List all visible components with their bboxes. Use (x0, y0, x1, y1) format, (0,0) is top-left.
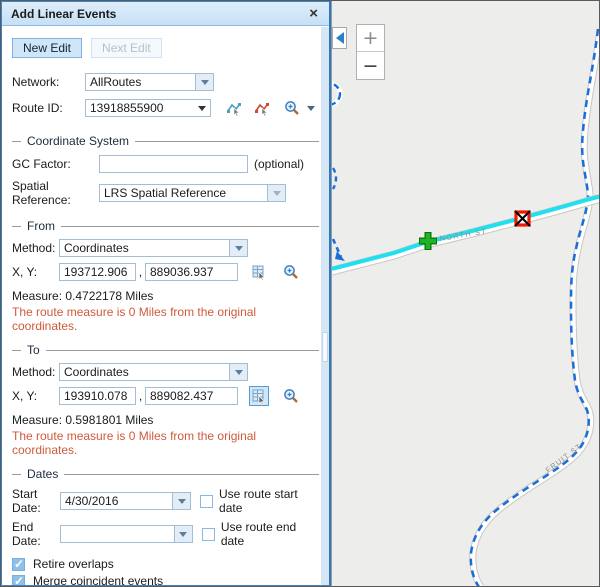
retire-overlaps-checkbox[interactable] (12, 558, 25, 571)
chevron-down-icon[interactable] (194, 100, 210, 116)
gc-factor-optional-hint: (optional) (254, 157, 304, 171)
from-method-dropdown[interactable]: Coordinates (59, 239, 248, 257)
chevron-down-icon[interactable] (229, 364, 247, 380)
road-label-north-st: NORTH ST (439, 227, 488, 243)
application-window: Add Linear Events × New Edit Next Edit N… (0, 0, 600, 587)
panel-titlebar: Add Linear Events × (2, 2, 329, 26)
add-linear-events-panel: Add Linear Events × New Edit Next Edit N… (1, 1, 331, 586)
from-y-input[interactable]: 889036.937 (145, 263, 238, 281)
pick-to-coordinates-on-map-icon[interactable] (249, 386, 269, 406)
to-xy-label: X, Y: (12, 389, 59, 403)
network-label: Network: (12, 75, 85, 89)
road-fill (473, 29, 600, 586)
network-value: AllRoutes (86, 74, 195, 90)
from-measure-warning: The route measure is 0 Miles from the or… (12, 305, 319, 333)
chevron-down-icon[interactable] (229, 240, 247, 256)
spatial-reference-label: Spatial Reference: (12, 179, 99, 207)
to-measure-text: Measure: 0.5981801 Miles (12, 413, 319, 427)
use-route-start-date-label: Use route start date (219, 487, 319, 515)
network-dropdown[interactable]: AllRoutes (85, 73, 214, 91)
chevron-down-icon[interactable] (172, 493, 190, 509)
panel-content: New Edit Next Edit Network: AllRoutes Ro… (2, 27, 319, 585)
end-date-label: End Date: (12, 520, 60, 548)
route-id-dropdown[interactable]: 13918855900 (85, 99, 211, 117)
zoom-out-button[interactable]: − (357, 52, 384, 79)
to-x-input[interactable]: 193910.078 (59, 387, 136, 405)
zoom-to-from-point-icon[interactable] (281, 262, 301, 282)
from-xy-label: X, Y: (12, 265, 59, 279)
chevron-down-icon[interactable] (174, 526, 192, 542)
chevron-down-icon (267, 185, 285, 201)
xy-separator: , (136, 265, 145, 279)
close-icon[interactable]: × (307, 6, 320, 21)
start-date-label: Start Date: (12, 487, 60, 515)
zoom-in-button[interactable]: + (357, 25, 384, 52)
panel-scrollbar[interactable] (321, 27, 329, 585)
zoom-to-route-icon[interactable] (282, 98, 302, 118)
from-x-input[interactable]: 193712.906 (59, 263, 136, 281)
end-date-dropdown[interactable] (60, 525, 193, 543)
road-casing (473, 29, 600, 586)
merge-coincident-events-checkbox[interactable] (12, 575, 25, 586)
use-route-end-date-label: Use route end date (221, 520, 319, 548)
use-route-start-date-checkbox[interactable] (200, 495, 213, 508)
to-y-input[interactable]: 889082.437 (145, 387, 238, 405)
next-edit-button[interactable]: Next Edit (91, 38, 162, 58)
end-date-value (61, 526, 174, 542)
stream-fragment (333, 168, 336, 189)
to-measure-warning: The route measure is 0 Miles from the or… (12, 429, 319, 457)
to-method-label: Method: (12, 365, 59, 379)
river-dashed-line (471, 29, 598, 586)
new-edit-button[interactable]: New Edit (12, 38, 82, 58)
collapse-arrow-icon (336, 32, 344, 44)
select-route-on-map-icon[interactable] (224, 98, 244, 118)
zoom-options-chevron-icon[interactable] (303, 106, 319, 111)
to-legend: To (12, 343, 319, 357)
stream-arrowhead (335, 251, 345, 261)
dates-legend: Dates (12, 467, 319, 481)
chevron-down-icon[interactable] (195, 74, 213, 90)
panel-title: Add Linear Events (11, 7, 116, 21)
from-legend: From (12, 219, 319, 233)
route-id-value: 13918855900 (86, 100, 194, 116)
from-measure-text: Measure: 0.4722178 Miles (12, 289, 319, 303)
spatial-reference-value: LRS Spatial Reference (100, 185, 267, 201)
gc-factor-input[interactable] (99, 155, 248, 173)
xy-separator: , (136, 389, 145, 403)
map-features: NORTH ST FRUIT ST (332, 1, 600, 586)
use-route-end-date-checkbox[interactable] (202, 528, 215, 541)
merge-coincident-events-label: Merge coincident events (33, 574, 163, 585)
scrollbar-thumb[interactable] (322, 332, 328, 362)
to-method-value: Coordinates (60, 364, 229, 380)
from-method-label: Method: (12, 241, 59, 255)
clear-route-selection-icon[interactable] (252, 98, 272, 118)
retire-overlaps-label: Retire overlaps (33, 557, 114, 571)
map-view[interactable]: NORTH ST FRUIT ST + − (331, 1, 600, 586)
start-date-dropdown[interactable]: 4/30/2016 (60, 492, 191, 510)
zoom-to-to-point-icon[interactable] (281, 386, 301, 406)
coordinate-system-legend: Coordinate System (12, 134, 319, 148)
spatial-reference-dropdown[interactable]: LRS Spatial Reference (99, 184, 286, 202)
option-row: Retire overlaps (12, 557, 319, 571)
to-point-red-square-marker (515, 211, 530, 226)
option-row: Merge coincident events (12, 574, 319, 585)
zoom-control: + − (356, 24, 385, 80)
to-method-dropdown[interactable]: Coordinates (59, 363, 248, 381)
from-method-value: Coordinates (60, 240, 229, 256)
gc-factor-label: GC Factor: (12, 157, 99, 171)
collapse-panel-button[interactable] (332, 27, 347, 49)
route-id-label: Route ID: (12, 101, 85, 115)
start-date-value: 4/30/2016 (61, 493, 172, 509)
pick-from-coordinates-on-map-icon[interactable] (249, 262, 269, 282)
